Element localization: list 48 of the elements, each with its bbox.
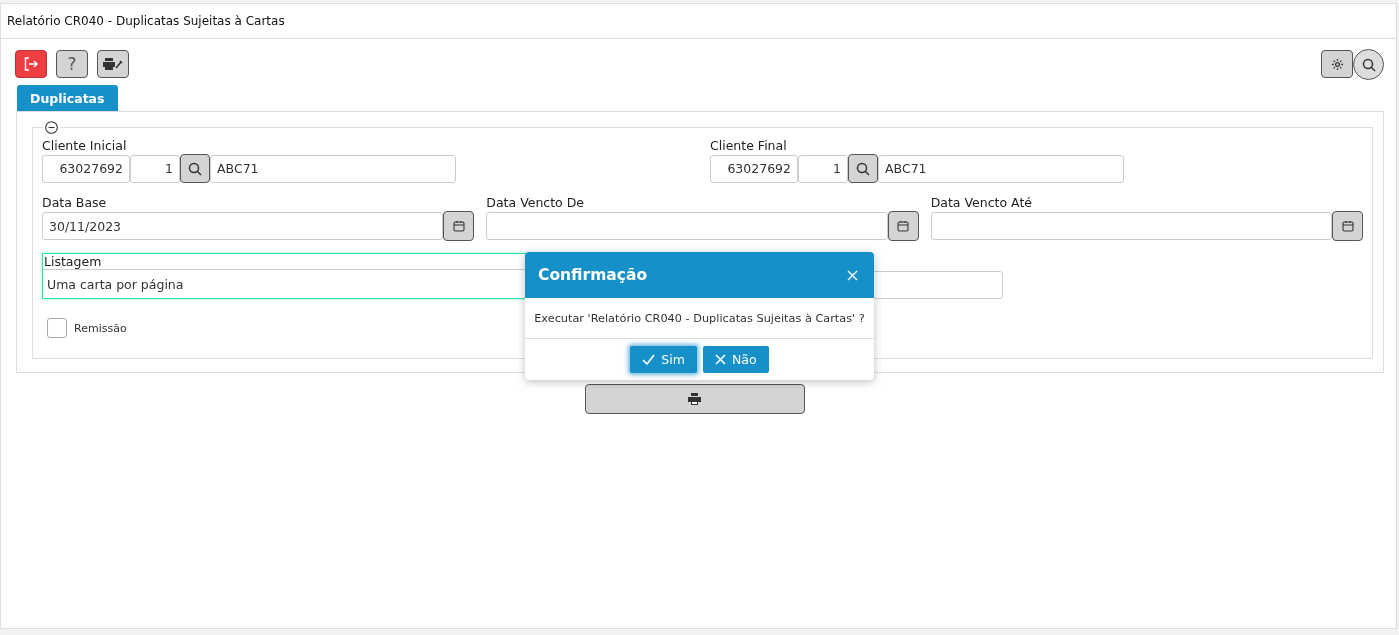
date-field[interactable] <box>930 212 1332 240</box>
search-icon <box>188 161 202 176</box>
field-label: Cliente Inicial <box>42 138 128 153</box>
window-title: Relatório CR040 - Duplicatas Sujeitas à Cartas <box>7 14 285 28</box>
settings-icon <box>1330 57 1344 71</box>
calendar-icon <box>1341 220 1354 232</box>
search-icon <box>856 161 870 176</box>
dialog-title: Confirmação <box>538 266 648 284</box>
search-button[interactable] <box>180 154 210 183</box>
tab[interactable]: Duplicatas <box>17 85 118 111</box>
logout-icon <box>24 57 38 71</box>
settings-button[interactable] <box>1321 50 1353 78</box>
search-icon <box>1361 57 1376 72</box>
client-name-field[interactable]: ABC71 <box>210 154 456 183</box>
field-label: Data Vencto Até <box>930 195 1033 210</box>
close-icon <box>847 269 858 281</box>
branch-field[interactable]: 1 <box>798 154 848 183</box>
search-button[interactable] <box>1353 49 1384 80</box>
search-button[interactable] <box>848 154 878 183</box>
calendar-button[interactable] <box>443 211 475 241</box>
branch-field[interactable]: 1 <box>130 154 180 183</box>
print-button[interactable] <box>584 384 805 414</box>
field-label: Data Base <box>42 195 108 210</box>
check-icon <box>642 354 656 365</box>
field-label: Data Vencto De <box>486 195 586 210</box>
exit-button[interactable] <box>15 50 47 78</box>
client-code-field[interactable]: 63027692 <box>42 154 130 183</box>
client-name-field[interactable]: ABC71 <box>878 154 1124 183</box>
cancel-button[interactable]: Não <box>702 346 769 373</box>
printer-icon <box>688 393 701 405</box>
printer-wrench-icon <box>102 57 124 71</box>
field-label: Listagem <box>43 254 103 269</box>
confirm-button[interactable]: Sim <box>630 346 697 373</box>
client-code-field[interactable]: 63027692 <box>710 154 798 183</box>
checkbox[interactable] <box>47 318 67 338</box>
calendar-icon <box>897 220 910 232</box>
calendar-button[interactable] <box>887 211 919 241</box>
help-button[interactable]: ? <box>56 50 88 78</box>
calendar-button[interactable] <box>1332 211 1363 241</box>
calendar-icon <box>452 220 465 232</box>
printer-settings-button[interactable] <box>97 50 129 78</box>
checkbox-label: Remissão <box>74 321 127 335</box>
field-label: Cliente Final <box>710 138 788 153</box>
close-icon <box>714 354 726 365</box>
date-field[interactable] <box>486 212 888 240</box>
dialog-message: Executar 'Relatório CR040 - Duplicatas Sujeitas à Cartas' ? <box>534 312 865 325</box>
date-field[interactable]: 30/11/2023 <box>42 212 444 240</box>
collapse-icon[interactable] <box>45 121 58 134</box>
